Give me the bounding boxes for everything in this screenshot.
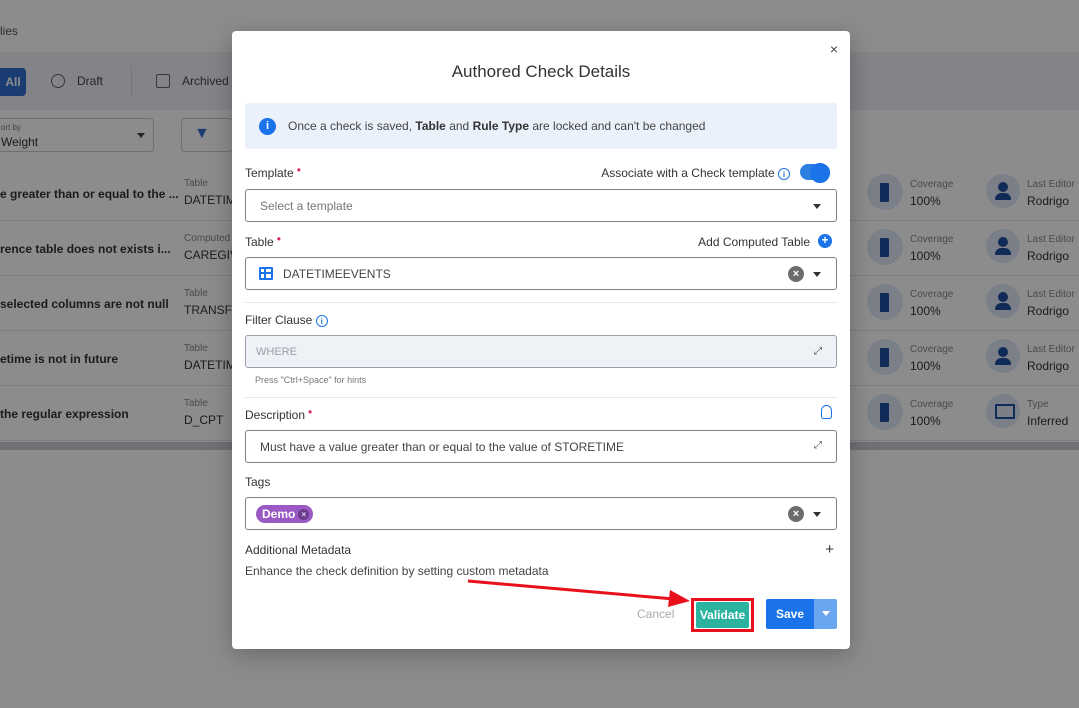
add-metadata-icon[interactable]: +	[825, 541, 834, 558]
filter-clause-label: Filter Clause i	[245, 313, 328, 327]
tag-chip[interactable]: Demo ×	[256, 505, 314, 523]
metadata-description: Enhance the check definition by setting …	[245, 564, 549, 578]
description-label: Description •	[245, 405, 313, 422]
lightbulb-icon[interactable]	[821, 405, 832, 419]
template-select[interactable]: Select a template	[245, 189, 837, 222]
info-icon[interactable]: i	[315, 314, 328, 327]
authored-check-dialog: × Authored Check Details i Once a check …	[232, 31, 850, 649]
expand-icon[interactable]: ⤢	[814, 440, 822, 451]
clear-icon[interactable]: ×	[788, 506, 804, 522]
chevron-down-icon	[813, 204, 821, 209]
filter-hint: Press "Ctrl+Space" for hints	[255, 375, 367, 385]
table-select[interactable]: DATETIMEEVENTS ×	[245, 257, 837, 290]
additional-metadata-label: Additional Metadata	[245, 543, 352, 557]
info-icon[interactable]: i	[778, 167, 790, 180]
filter-clause-input[interactable]: WHERE ⤢	[245, 335, 837, 368]
info-text: Once a check is saved, Table and Rule Ty…	[288, 119, 706, 133]
description-value: Must have a value greater than or equal …	[260, 440, 624, 454]
info-icon: i	[259, 118, 276, 135]
add-circle-icon[interactable]: +	[818, 234, 832, 248]
add-computed-table-link[interactable]: Add Computed Table	[698, 235, 810, 249]
table-label: Table •	[245, 232, 281, 249]
cancel-button[interactable]: Cancel	[637, 607, 674, 621]
clear-icon[interactable]: ×	[788, 266, 804, 282]
dialog-title: Authored Check Details	[451, 62, 631, 81]
tags-select[interactable]: Demo × ×	[245, 497, 837, 530]
info-banner: i Once a check is saved, Table and Rule …	[245, 103, 837, 149]
associate-template-toggle[interactable]	[800, 163, 830, 183]
associate-template-label: Associate with a Check template i	[601, 166, 790, 180]
template-placeholder: Select a template	[260, 199, 353, 213]
description-input[interactable]: Must have a value greater than or equal …	[245, 430, 837, 463]
save-dropdown-button[interactable]	[814, 599, 837, 629]
chevron-down-icon	[813, 512, 821, 517]
section-divider	[245, 397, 837, 398]
tags-label: Tags	[245, 475, 271, 489]
chevron-down-icon	[822, 611, 830, 616]
template-label: Template •	[245, 163, 301, 180]
validate-button[interactable]: Validate	[696, 602, 749, 628]
table-icon	[259, 267, 273, 280]
section-divider	[245, 302, 837, 303]
close-icon[interactable]: ×	[830, 41, 838, 57]
filter-placeholder: WHERE	[256, 346, 297, 358]
chevron-down-icon	[813, 272, 821, 277]
save-button[interactable]: Save	[766, 599, 814, 629]
expand-icon[interactable]: ⤢	[814, 346, 822, 357]
table-value: DATETIMEEVENTS	[283, 267, 391, 281]
remove-tag-icon[interactable]: ×	[298, 508, 310, 520]
